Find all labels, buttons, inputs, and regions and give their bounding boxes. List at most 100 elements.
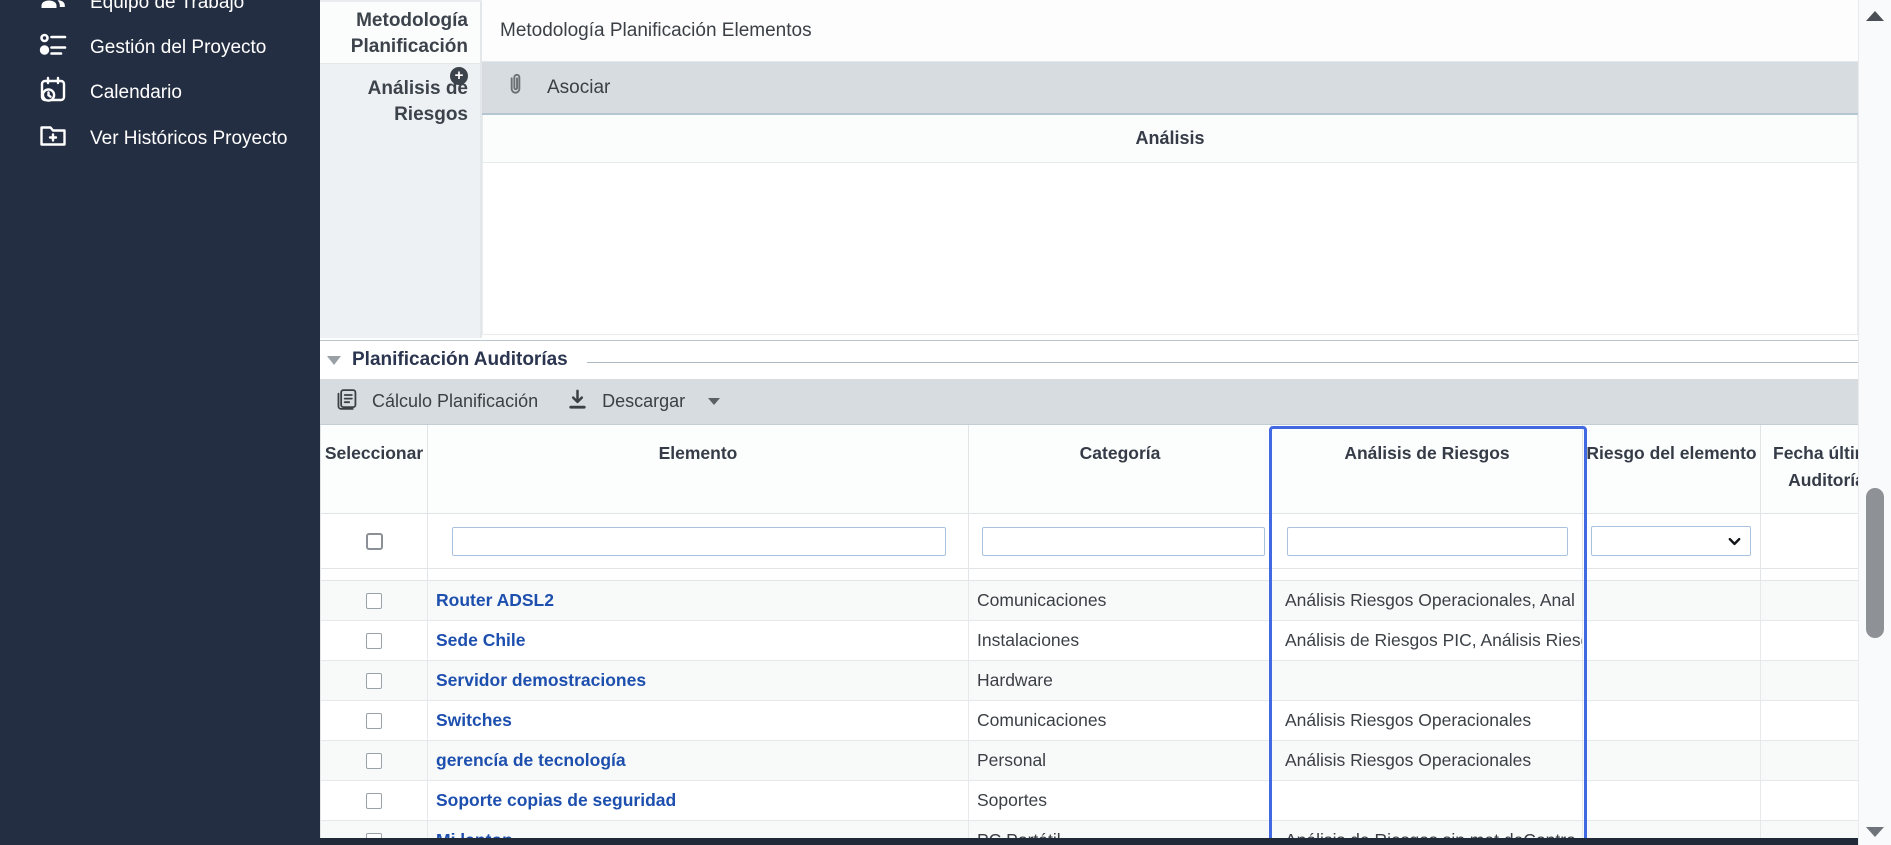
categoria-cell: Soportes <box>969 781 1272 821</box>
elemento-link[interactable]: Sede Chile <box>436 630 525 651</box>
asociar-label: Asociar <box>547 77 610 99</box>
table-row: Servidor demostraciones Hardware <box>320 661 1858 701</box>
scroll-up-icon[interactable] <box>1866 11 1884 21</box>
report-icon <box>334 387 359 417</box>
riesgo-cell <box>1583 621 1761 661</box>
app-window: Equipo de Trabajo Gestión del Proyecto <box>0 0 1891 845</box>
auditorias-table: Seleccionar Elemento Categoría Análisis … <box>320 425 1858 845</box>
paperclip-icon <box>504 73 527 102</box>
select-all-checkbox[interactable] <box>366 533 383 550</box>
calculo-planificacion-label: Cálculo Planificación <box>372 391 538 412</box>
row-checkbox[interactable] <box>366 793 382 809</box>
table-row: Sede Chile Instalaciones Análisis de Rie… <box>320 621 1858 661</box>
riesgo-cell <box>1583 781 1761 821</box>
select-chevron-icon <box>1727 534 1742 549</box>
categoria-cell: Comunicaciones <box>969 581 1272 621</box>
sidebar: Equipo de Trabajo Gestión del Proyecto <box>0 0 320 845</box>
elemento-filter-input[interactable] <box>452 527 946 556</box>
analisis-cell: Análisis Riesgos Operacionales, Anal <box>1272 581 1583 621</box>
column-header-analisis-de-riesgos: Análisis de Riesgos <box>1272 425 1583 514</box>
fecha-cell <box>1761 781 1858 821</box>
analisis-table-empty-body <box>482 163 1858 335</box>
form-content: Metodología Planificación Elementos Asoc… <box>482 0 1858 338</box>
elemento-link[interactable]: Switches <box>436 710 512 731</box>
riesgo-cell <box>1583 701 1761 741</box>
metodologia-planificacion-label: Metodología Planificación+ <box>320 2 482 64</box>
planificacion-auditorias-section: Planificación Auditorías Cálculo Planifi… <box>320 340 1858 845</box>
elemento-link[interactable]: Servidor demostraciones <box>436 670 646 691</box>
chevron-down-icon[interactable] <box>708 398 720 405</box>
sidebar-item-label: Gestión del Proyecto <box>90 37 266 59</box>
riesgo-filter-select[interactable] <box>1591 526 1751 556</box>
table-header-row: Seleccionar Elemento Categoría Análisis … <box>320 425 1858 514</box>
row-checkbox[interactable] <box>366 753 382 769</box>
title-divider <box>587 362 1858 363</box>
fecha-cell <box>1761 701 1858 741</box>
table-row: Soporte copias de seguridad Soportes <box>320 781 1858 821</box>
section-title: Planificación Auditorías <box>352 349 568 371</box>
row-checkbox[interactable] <box>366 633 382 649</box>
fecha-cell <box>1761 581 1858 621</box>
analisis-cell <box>1272 661 1583 701</box>
sidebar-item-gestion-del-proyecto[interactable]: Gestión del Proyecto <box>0 25 320 71</box>
sidebar-item-equipo-de-trabajo[interactable]: Equipo de Trabajo <box>0 0 320 26</box>
riesgo-cell <box>1583 581 1761 621</box>
table-spacer-row <box>320 569 1858 581</box>
fecha-cell <box>1761 661 1858 701</box>
table-filter-row <box>320 514 1858 569</box>
categoria-filter-input[interactable] <box>982 527 1265 556</box>
sidebar-item-label: Equipo de Trabajo <box>90 0 244 14</box>
table-row: gerencía de tecnología Personal Análisis… <box>320 741 1858 781</box>
elemento-link[interactable]: Router ADSL2 <box>436 590 554 611</box>
analisis-cell: Análisis Riesgos Operacionales <box>1272 741 1583 781</box>
calendar-clock-icon <box>38 75 68 111</box>
analisis-filter-input[interactable] <box>1287 527 1568 556</box>
folder-plus-icon <box>38 121 68 157</box>
categoria-cell: Personal <box>969 741 1272 781</box>
calculo-planificacion-button[interactable]: Cálculo Planificación <box>334 387 538 417</box>
sidebar-item-calendario[interactable]: Calendario <box>0 70 320 116</box>
row-checkbox[interactable] <box>366 593 382 609</box>
row-checkbox[interactable] <box>366 713 382 729</box>
scroll-down-icon[interactable] <box>1866 827 1884 837</box>
team-icon <box>38 0 68 21</box>
riesgo-cell <box>1583 741 1761 781</box>
descargar-button[interactable]: Descargar <box>566 388 720 416</box>
section-toolbar: Cálculo Planificación Descargar <box>320 379 1858 425</box>
column-header-riesgo-del-elemento: Riesgo del elemento <box>1583 425 1761 514</box>
sidebar-item-label: Ver Históricos Proyecto <box>90 128 287 150</box>
analisis-cell: Análisis de Riesgos PIC, Análisis Riesg <box>1272 621 1583 661</box>
elemento-link[interactable]: Soporte copias de seguridad <box>436 790 676 811</box>
window-bottom-edge <box>320 838 1858 845</box>
riesgo-cell <box>1583 661 1761 701</box>
column-header-elemento: Elemento <box>428 425 969 514</box>
categoria-cell: Hardware <box>969 661 1272 701</box>
column-header-fecha-ultima-auditoria: Fecha última Auditoría <box>1761 425 1858 514</box>
row-checkbox[interactable] <box>366 673 382 689</box>
form-label-column: Metodología Planificación+ Análisis de R… <box>320 0 482 338</box>
section-title-row: Planificación Auditorías <box>320 341 1858 379</box>
analisis-table-header: Análisis <box>482 115 1858 163</box>
descargar-label: Descargar <box>602 391 685 412</box>
elemento-link[interactable]: gerencía de tecnología <box>436 750 626 771</box>
analisis-cell <box>1272 781 1583 821</box>
metodologia-planificacion-value: Metodología Planificación Elementos <box>482 0 1858 62</box>
vertical-scrollbar[interactable] <box>1858 0 1891 845</box>
collapse-arrow-icon[interactable] <box>327 356 341 365</box>
table-row: Router ADSL2 Comunicaciones Análisis Rie… <box>320 581 1858 621</box>
download-icon <box>566 388 589 416</box>
analisis-de-riesgos-label: Análisis de Riesgos <box>320 64 482 338</box>
categoria-cell: Comunicaciones <box>969 701 1272 741</box>
categoria-cell: Instalaciones <box>969 621 1272 661</box>
table-row: Switches Comunicaciones Análisis Riesgos… <box>320 701 1858 741</box>
asociar-button[interactable]: Asociar <box>482 62 1858 115</box>
analisis-cell: Análisis Riesgos Operacionales <box>1272 701 1583 741</box>
column-header-categoria: Categoría <box>969 425 1272 514</box>
sidebar-item-ver-historicos-proyecto[interactable]: Ver Históricos Proyecto <box>0 116 320 162</box>
project-list-icon <box>38 30 68 66</box>
column-header-seleccionar: Seleccionar <box>320 425 428 514</box>
scrollbar-thumb[interactable] <box>1866 488 1884 638</box>
fecha-cell <box>1761 741 1858 781</box>
sidebar-item-label: Calendario <box>90 82 182 104</box>
fecha-cell <box>1761 621 1858 661</box>
